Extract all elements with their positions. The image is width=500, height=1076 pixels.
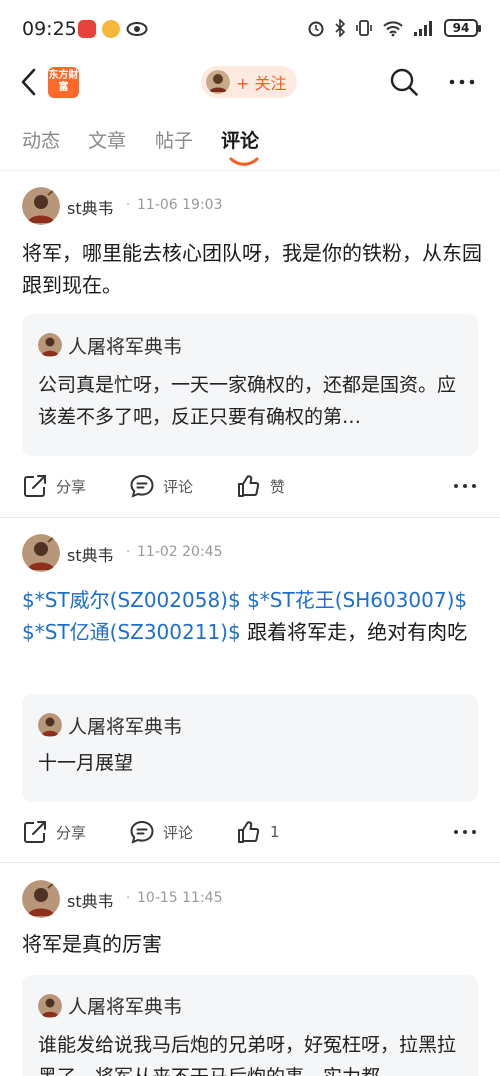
quoted-text: 谁能发给说我马后炮的兄弟呀，好冤枉呀，拉黑拉黑了，将军从来不干马后炮的事，实力都 [38, 1034, 457, 1076]
follow-button[interactable]: + 关注 [201, 66, 297, 98]
quoted-post[interactable]: 人屠将军典韦 十一月展望 [22, 694, 478, 802]
quoted-text: 十一月展望 [38, 752, 134, 774]
avatar-image [22, 534, 60, 572]
post-actions: 分享 评论 1 [0, 814, 500, 850]
more-icon[interactable] [450, 472, 480, 500]
like-label: 赞 [270, 477, 286, 496]
status-bar: 09:25 94 [0, 0, 500, 60]
vibrate-icon [356, 20, 372, 36]
comment-post: st典韦 · 10-15 11:45 将军是真的厉害 人屠将军典韦 谁能发给说我… [0, 863, 500, 1076]
author-name[interactable]: st典韦 [67, 195, 114, 219]
share-icon [24, 821, 46, 843]
quoted-author: 人屠将军典韦 [68, 716, 183, 738]
author-name[interactable]: st典韦 [67, 542, 114, 566]
stock-link[interactable]: $*ST花王(SH603007)$ [247, 588, 467, 612]
app-notification-icon [78, 20, 96, 38]
post-actions: 分享 评论 赞 [0, 468, 500, 504]
stock-link[interactable]: $*ST威尔(SZ002058)$ [22, 588, 241, 612]
quoted-author: 人屠将军典韦 [68, 996, 183, 1018]
quoted-text: 公司真是忙呀，一天一家确权的，还都是国资。应该差不多了吧，反正只要有确权的第… [38, 374, 457, 428]
tab-posts[interactable]: 帖子 [155, 126, 193, 153]
battery-icon: 94 [444, 19, 481, 37]
avatar[interactable] [22, 880, 60, 918]
comment-text[interactable]: 将军，哪里能去核心团队呀，我是你的铁粉，从东园跟到现在。 [22, 237, 482, 301]
avatar[interactable] [22, 187, 60, 225]
eye-icon [126, 22, 148, 36]
comment-tail: 跟着将军走，绝对有肉吃 [247, 620, 468, 644]
share-button[interactable]: 分享 [22, 468, 86, 504]
separator-dot: · [126, 198, 131, 213]
quoted-post[interactable]: 人屠将军典韦 谁能发给说我马后炮的兄弟呀，好冤枉呀，拉黑拉黑了，将军从来不干马后… [22, 975, 478, 1076]
signal-icon [414, 21, 432, 36]
tab-comments[interactable]: 评论 [221, 126, 259, 153]
thumbs-up-icon [238, 475, 260, 497]
post-time: 10-15 11:45 [137, 890, 223, 906]
comment-post: st典韦 · 11-06 19:03 将军，哪里能去核心团队呀，我是你的铁粉，从… [0, 171, 500, 517]
comment-label: 评论 [163, 823, 194, 842]
header: 东方财富 + 关注 [0, 60, 500, 106]
wifi-icon [383, 21, 403, 37]
comment-label: 评论 [163, 477, 194, 496]
comment-text[interactable]: $*ST威尔(SZ002058)$ $*ST花王(SH603007)$ $*ST… [22, 584, 482, 648]
comment-button[interactable]: 评论 [129, 814, 193, 850]
tab-articles[interactable]: 文章 [88, 126, 126, 153]
separator-dot: · [126, 891, 131, 906]
back-icon[interactable] [14, 66, 46, 98]
comment-text[interactable]: 将军是真的厉害 [22, 928, 482, 960]
avatar [38, 713, 62, 737]
share-button[interactable]: 分享 [22, 814, 86, 850]
comment-icon [130, 820, 154, 844]
active-tab-indicator [229, 157, 259, 166]
like-button[interactable]: 1 [236, 814, 280, 850]
bluetooth-icon [335, 19, 346, 37]
thumbs-up-icon [238, 821, 260, 843]
avatar[interactable] [22, 534, 60, 572]
post-time: 11-06 19:03 [137, 197, 223, 213]
author-name[interactable]: st典韦 [67, 888, 114, 912]
profile-tabs: 动态 文章 帖子 评论 [0, 118, 500, 170]
stock-link[interactable]: $*ST亿通(SZ300211)$ [22, 620, 241, 644]
like-count: 1 [270, 823, 280, 841]
more-icon[interactable] [450, 818, 480, 846]
avatar [206, 70, 230, 94]
weibo-icon [102, 20, 120, 38]
comment-icon [130, 474, 154, 498]
avatar [38, 333, 62, 357]
share-icon [24, 475, 46, 497]
follow-label: + 关注 [236, 74, 287, 93]
app-logo: 东方财富 [48, 67, 79, 98]
like-button[interactable]: 赞 [236, 468, 285, 504]
avatar-image [22, 880, 60, 918]
separator-dot: · [126, 545, 131, 560]
notification-icons [78, 20, 148, 38]
post-time: 11-02 20:45 [137, 544, 223, 560]
avatar-image [22, 187, 60, 225]
comment-post: st典韦 · 11-02 20:45 $*ST威尔(SZ002058)$ $*S… [0, 518, 500, 862]
avatar [38, 994, 62, 1018]
status-time: 09:25 [22, 18, 77, 40]
tab-dynamics[interactable]: 动态 [22, 126, 60, 153]
quoted-post[interactable]: 人屠将军典韦 公司真是忙呀，一天一家确权的，还都是国资。应该差不多了吧，反正只要… [22, 314, 478, 456]
quoted-author: 人屠将军典韦 [68, 336, 183, 358]
more-icon[interactable] [446, 66, 478, 98]
alarm-icon [308, 21, 324, 37]
search-icon[interactable] [388, 66, 420, 98]
system-icons: 94 [307, 19, 481, 37]
comment-button[interactable]: 评论 [129, 468, 193, 504]
share-label: 分享 [56, 477, 87, 496]
share-label: 分享 [56, 823, 87, 842]
